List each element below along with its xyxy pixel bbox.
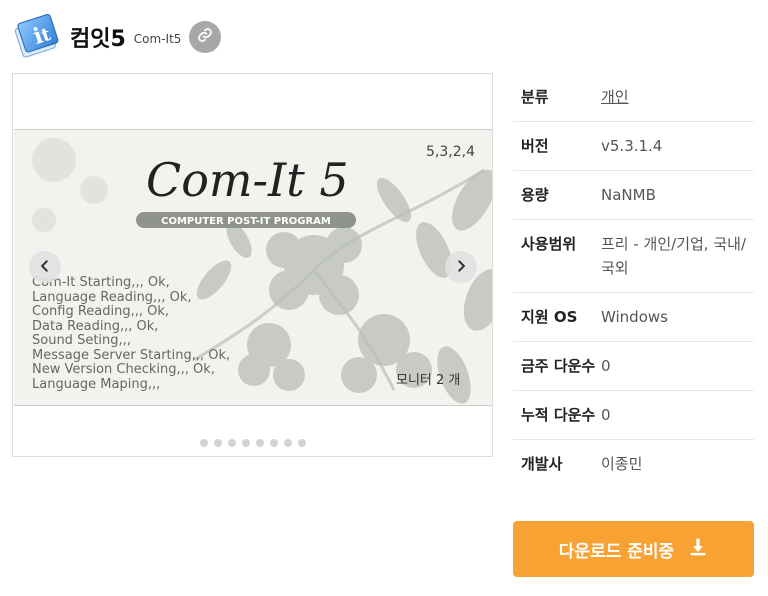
gallery-dot[interactable] — [199, 439, 208, 447]
info-row-version: 버전 v5.3.1.4 — [513, 122, 754, 171]
log-line: Config Reading,,, Ok, — [32, 304, 169, 319]
info-value: 이종민 — [601, 455, 643, 473]
download-button[interactable]: 다운로드 준비중 — [513, 521, 754, 577]
gallery-dot[interactable] — [255, 439, 264, 447]
gallery-dot[interactable] — [283, 439, 292, 447]
gallery-dot[interactable] — [213, 439, 222, 447]
category-link[interactable]: 개인 — [601, 85, 754, 109]
info-value: 0 — [601, 357, 611, 375]
chevron-right-icon — [454, 258, 468, 277]
download-icon — [688, 537, 708, 562]
gallery-dot[interactable] — [241, 439, 250, 447]
info-row-category: 분류 개인 — [513, 73, 754, 122]
app-subtitle: Com-It5 — [133, 31, 182, 46]
info-key: 용량 — [521, 186, 549, 204]
log-line: Data Reading,,, Ok, — [32, 319, 158, 334]
share-link-button[interactable] — [189, 21, 222, 53]
program-info-table: 분류 개인 버전 v5.3.1.4 용량 NaNMB 사용범위 프리 - 개인/… — [513, 73, 754, 488]
screenshot-image: COMPUTER POST-IT PROGRAM Com-It 5 5,3,2,… — [14, 129, 492, 406]
splash-logo: Com-It 5 — [146, 153, 349, 207]
info-value: NaNMB — [601, 186, 656, 204]
info-row-total-downloads: 누적 다운수 0 — [513, 391, 754, 440]
log-line: New Version Checking,,, Ok, — [32, 362, 215, 377]
info-value: v5.3.1.4 — [601, 137, 663, 155]
info-value: Windows — [601, 308, 668, 326]
info-key: 버전 — [521, 137, 549, 155]
splash-banner: COMPUTER POST-IT PROGRAM — [161, 216, 331, 227]
gallery-pagination — [13, 439, 492, 447]
gallery-dot[interactable] — [297, 439, 306, 447]
app-header: i t 컴잇5 Com-It5 — [10, 10, 222, 64]
info-key: 사용범위 — [521, 235, 577, 253]
link-icon — [197, 27, 213, 47]
gallery-dot[interactable] — [269, 439, 278, 447]
info-key: 지원 OS — [521, 308, 578, 326]
app-title: 컴잇5 — [70, 27, 126, 52]
splash-monitor-text: 모니터 2 개 — [396, 373, 460, 388]
gallery-dot[interactable] — [227, 439, 236, 447]
log-line: Sound Seting,,, — [32, 333, 131, 348]
info-key: 분류 — [521, 88, 549, 106]
log-line: Language Reading,,, Ok, — [32, 290, 191, 305]
info-value: 0 — [601, 406, 611, 424]
log-line: Message Server Starting,,, Ok, — [32, 348, 230, 363]
info-key: 금주 다운수 — [521, 357, 596, 375]
info-row-license: 사용범위 프리 - 개인/기업, 국내/국외 — [513, 220, 754, 293]
gallery-prev-button[interactable] — [29, 251, 61, 283]
info-row-developer: 개발사 이종민 — [513, 440, 754, 488]
screenshot-gallery: COMPUTER POST-IT PROGRAM Com-It 5 5,3,2,… — [12, 73, 493, 457]
info-row-size: 용량 NaNMB — [513, 171, 754, 220]
log-line: Language Maping,,, — [32, 377, 160, 392]
app-icon: i t — [10, 11, 62, 63]
gallery-next-button[interactable] — [445, 251, 477, 283]
splash-artwork: COMPUTER POST-IT PROGRAM Com-It 5 5,3,2,… — [14, 130, 492, 405]
info-key: 개발사 — [521, 455, 563, 473]
splash-version: 5,3,2,4 — [426, 144, 475, 160]
info-row-weekly-downloads: 금주 다운수 0 — [513, 342, 754, 391]
chevron-left-icon — [38, 258, 52, 277]
info-row-os: 지원 OS Windows — [513, 293, 754, 342]
info-key: 누적 다운수 — [521, 406, 596, 424]
download-label: 다운로드 준비중 — [558, 541, 675, 562]
info-value: 프리 - 개인/기업, 국내/국외 — [601, 235, 746, 277]
